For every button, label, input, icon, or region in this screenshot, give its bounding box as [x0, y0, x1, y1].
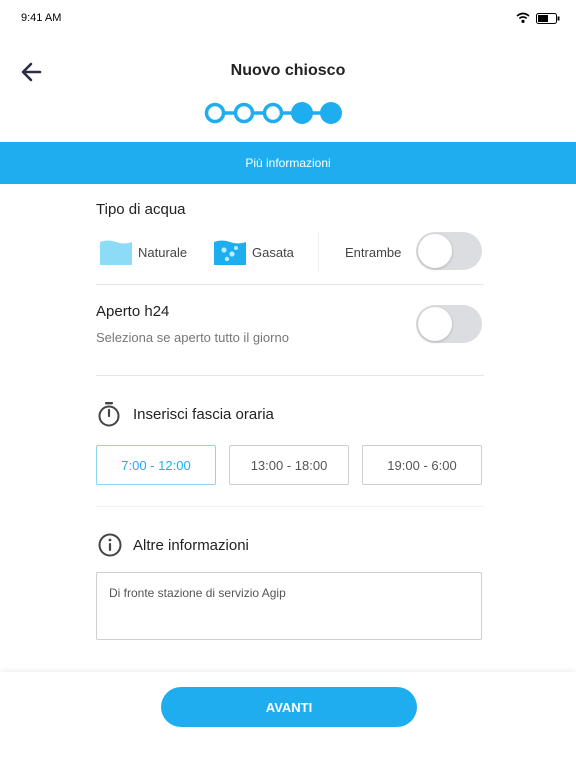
sparkling-water-icon: [214, 240, 246, 265]
wifi-icon: [516, 12, 530, 23]
status-bar: 9:41 AM: [0, 0, 576, 36]
toggle-knob: [418, 307, 452, 341]
footer: AVANTI: [0, 672, 576, 768]
section-banner: Più informazioni: [0, 142, 576, 184]
open-24h-toggle[interactable]: [416, 305, 482, 343]
status-time: 9:41 AM: [21, 12, 62, 24]
water-option-label: Gasata: [252, 244, 294, 260]
divider: [96, 506, 484, 507]
battery-icon: [536, 13, 560, 24]
still-water-icon: [100, 240, 132, 265]
header: Nuovo chiosco: [0, 36, 576, 142]
divider: [96, 284, 484, 285]
water-both-label: Entrambe: [345, 244, 402, 260]
next-button[interactable]: AVANTI: [161, 687, 417, 727]
water-option-sparkling[interactable]: Gasata: [214, 232, 294, 272]
water-both-toggle[interactable]: [416, 232, 482, 270]
water-type-label: Tipo di acqua: [96, 201, 186, 218]
stepper-step-3: [262, 102, 284, 124]
page-title: Nuovo chiosco: [230, 62, 346, 79]
info-icon: [98, 533, 122, 557]
water-option-label: Naturale: [138, 244, 188, 260]
other-info-textarea[interactable]: Di fronte stazione di servizio Agip: [96, 572, 482, 640]
other-info-label: Altre informazioni: [133, 537, 249, 554]
open-24h-subtext: Seleziona se aperto tutto il giorno: [96, 330, 289, 345]
stepper-step-5: [320, 102, 342, 124]
time-slot-morning[interactable]: 7:00 - 12:00: [96, 445, 216, 485]
stepper-step-2: [233, 102, 255, 124]
time-slot-afternoon[interactable]: 13:00 - 18:00: [229, 445, 349, 485]
toggle-knob: [418, 234, 452, 268]
divider: [96, 375, 484, 376]
water-option-both: Entrambe: [339, 232, 401, 272]
progress-stepper: [204, 102, 342, 124]
stepper-step-4: [291, 102, 313, 124]
water-option-still[interactable]: Naturale: [100, 232, 187, 272]
time-slot-night[interactable]: 19:00 - 6:00: [362, 445, 482, 485]
time-slots-label: Inserisci fascia oraria: [133, 406, 274, 423]
open-24h-label: Aperto h24: [96, 303, 170, 320]
stepper-step-1: [204, 102, 226, 124]
form-content: Tipo di acqua Naturale Gasata Entrambe A: [0, 184, 576, 672]
timer-icon: [98, 402, 120, 427]
water-options-separator: [318, 232, 319, 272]
